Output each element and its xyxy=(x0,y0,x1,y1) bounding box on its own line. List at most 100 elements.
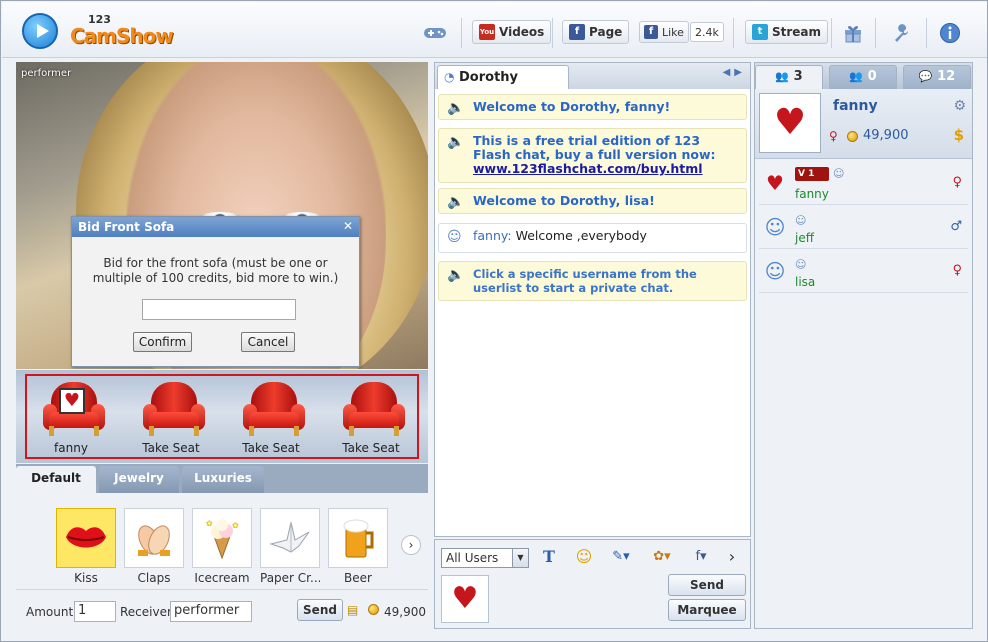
bid-dialog: Bid Front Sofa ✕ Bid for the front sofa … xyxy=(71,216,360,367)
gift-item-kiss[interactable]: Kiss xyxy=(56,508,116,590)
front-sofa-row: ♥ fanny Take Seat Take Seat Take Seat xyxy=(25,374,419,459)
tab-jewelry[interactable]: Jewelry xyxy=(99,466,179,493)
send-gift-button[interactable]: Send xyxy=(297,599,343,621)
emoticon-icon[interactable]: ☺ xyxy=(573,547,595,567)
gamepad-icon[interactable] xyxy=(423,22,447,44)
dollar-icon[interactable]: $ xyxy=(954,126,964,144)
info-icon[interactable] xyxy=(938,22,962,44)
twitter-icon: t xyxy=(752,24,768,40)
chevron-right-icon[interactable]: › xyxy=(724,547,740,567)
sofa-icon xyxy=(343,382,405,436)
message-input[interactable]: ♥ xyxy=(441,575,489,623)
bid-amount-input[interactable] xyxy=(142,299,296,320)
user-avatar-icon: ☺ xyxy=(764,259,786,283)
confirm-button[interactable]: Confirm xyxy=(133,332,192,352)
message-username[interactable]: fanny: xyxy=(473,228,512,243)
user-row[interactable]: ☺ ☺ lisa ♀ xyxy=(759,249,968,293)
user-avatar-icon: ☺ xyxy=(764,215,786,239)
svg-text:✿: ✿ xyxy=(232,521,239,530)
logo: 123 CamShow xyxy=(22,10,174,52)
female-user-icon: ♀ xyxy=(952,263,962,278)
current-user-card: ♥ fanny ⚙ ♀ 49,900 $ xyxy=(755,89,972,159)
gift-item-icecream[interactable]: ✿ ✿ Icecream xyxy=(192,508,252,590)
chat-message: ☺ fanny: Welcome ,everybody xyxy=(438,223,747,253)
coin-icon xyxy=(368,604,379,615)
cancel-button[interactable]: Cancel xyxy=(241,332,295,352)
kiss-icon xyxy=(56,508,116,568)
chevron-down-icon: ▼ xyxy=(512,549,528,567)
facebook-icon: f xyxy=(569,24,585,40)
wrench-icon[interactable] xyxy=(890,22,914,44)
speaker-icon: 🔈 xyxy=(447,194,465,210)
sofa-icon xyxy=(243,382,305,436)
palette-icon[interactable]: ✿▾ xyxy=(648,547,676,567)
user-status-icon: ☺ xyxy=(795,258,807,271)
heart-avatar-icon: ♥ xyxy=(766,171,784,195)
gift-panel: Default Jewelry Luxuries Kiss Claps ✿ ✿ I… xyxy=(16,464,428,629)
tab-default[interactable]: Default xyxy=(16,466,96,493)
youtube-icon: You xyxy=(479,24,495,40)
chat-message: 🔈 Welcome to Dorothy, lisa! xyxy=(438,188,747,214)
sofa-seat-1[interactable]: ♥ fanny xyxy=(31,378,111,458)
facebook-page-button[interactable]: f Page xyxy=(562,20,630,44)
male-user-icon: ♂ xyxy=(950,219,962,234)
bid-dialog-header: Bid Front Sofa ✕ xyxy=(72,217,359,237)
text-format-icon[interactable]: T xyxy=(539,547,559,567)
tab-scroll-arrows-icon[interactable]: ◀▶ xyxy=(723,67,746,78)
female-user-icon: ♀ xyxy=(952,175,962,190)
tab-luxuries[interactable]: Luxuries xyxy=(182,466,264,493)
facebook-like-button[interactable]: f Like xyxy=(639,21,689,43)
tab-users-online[interactable]: 👥 3 xyxy=(755,65,823,89)
chat-panel: ◔ Dorothy ◀▶ 🔈 Welcome to Dorothy, fanny… xyxy=(434,62,751,537)
performer-video: performer Bid Front Sofa ✕ Bid for the f… xyxy=(16,62,428,369)
gift-send-bar: Amount 1 Receiver performer Send ▤ 49,90… xyxy=(16,589,428,629)
user-row[interactable]: ☺ ☺ jeff ♂ xyxy=(759,205,968,249)
sofa-seat-4[interactable]: Take Seat xyxy=(331,378,411,458)
credits-icon: ▤ xyxy=(347,603,359,617)
gift-item-claps[interactable]: Claps xyxy=(124,508,184,590)
tab-room-dorothy[interactable]: ◔ Dorothy xyxy=(437,65,569,89)
facebook-like-icon: f xyxy=(644,25,658,39)
icecream-icon: ✿ ✿ xyxy=(192,508,252,568)
tab-rooms[interactable]: 💬 12 xyxy=(903,65,971,89)
credits-value: 49,900 xyxy=(384,605,426,619)
brush-icon[interactable]: ✎▾ xyxy=(607,547,635,567)
buy-link[interactable]: www.123flashchat.com/buy.html xyxy=(473,161,703,176)
marquee-button[interactable]: Marquee xyxy=(668,599,746,621)
logo-name: CamShow xyxy=(70,24,174,48)
sofa-seat-label: Take Seat xyxy=(242,441,300,455)
sofa-strip: ♥ fanny Take Seat Take Seat Take Seat xyxy=(16,370,428,463)
sofa-seat-2[interactable]: Take Seat xyxy=(131,378,211,458)
chat-tabbar: ◔ Dorothy ◀▶ xyxy=(435,63,750,89)
close-icon[interactable]: ✕ xyxy=(341,219,355,233)
amount-input[interactable]: 1 xyxy=(74,601,116,622)
sofa-seat-label: Take Seat xyxy=(342,441,400,455)
twitter-stream-button[interactable]: t Stream xyxy=(745,20,829,44)
current-user-name[interactable]: fanny xyxy=(833,98,878,114)
chat-message: 🔈 Welcome to Dorothy, fanny! xyxy=(438,94,747,120)
sofa-seat-3[interactable]: Take Seat xyxy=(231,378,311,458)
heart-avatar-icon[interactable]: ♥ xyxy=(759,93,821,153)
users-panel: 👥 3 👥 0 💬 12 ♥ fanny ⚙ ♀ 49,900 $ ♥ V 1 … xyxy=(754,62,973,629)
svg-text:✿: ✿ xyxy=(206,519,213,528)
recipient-select[interactable]: All Users ▼ xyxy=(441,548,529,568)
like-label: Like xyxy=(662,25,684,39)
send-button[interactable]: Send xyxy=(668,574,746,596)
like-count: 2.4k xyxy=(690,22,724,42)
chat-rooms-icon: 💬 xyxy=(918,70,933,83)
app-window: 123 CamShow You Videos f Page f Like 2.4… xyxy=(0,0,988,642)
receiver-label: Receiver xyxy=(120,605,172,619)
sofa-seat-label: Take Seat xyxy=(142,441,200,455)
facebook-share-icon[interactable]: f▾ xyxy=(687,547,715,567)
videos-button[interactable]: You Videos xyxy=(472,20,552,44)
receiver-input[interactable]: performer xyxy=(170,601,252,622)
page-label: Page xyxy=(589,25,623,39)
gift-icon[interactable] xyxy=(841,22,865,44)
sofa-icon xyxy=(143,382,205,436)
chevron-right-icon[interactable]: › xyxy=(401,535,421,555)
gift-item-beer[interactable]: Beer xyxy=(328,508,388,590)
tab-friends[interactable]: 👥 0 xyxy=(829,65,897,89)
user-row[interactable]: ♥ V 1 ☺ fanny ♀ xyxy=(759,161,968,205)
gear-icon[interactable]: ⚙ xyxy=(953,98,966,114)
gift-item-paper-crane[interactable]: Paper Cr... xyxy=(260,508,320,590)
